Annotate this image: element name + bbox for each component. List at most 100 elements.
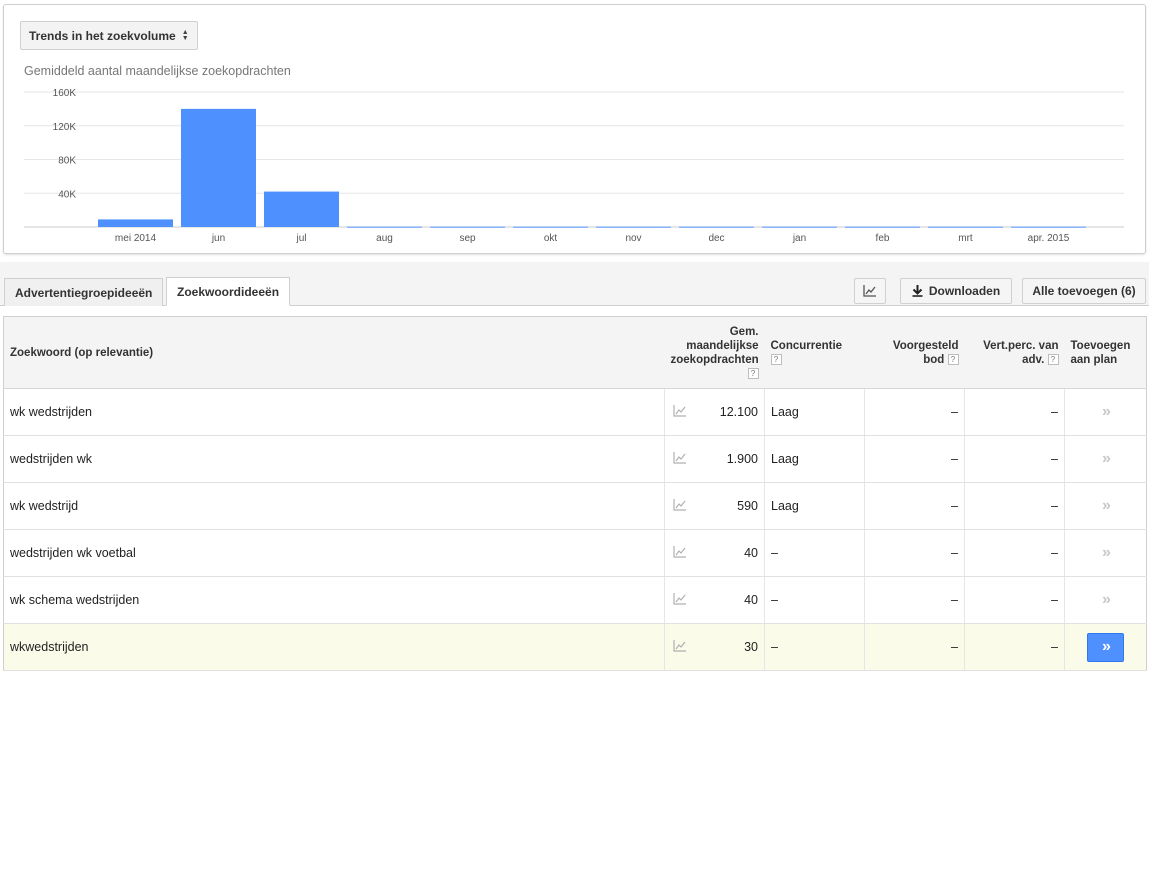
- trend-chart-icon[interactable]: [673, 499, 687, 511]
- volume-cell: 1.900: [664, 435, 765, 483]
- keyword-cell: wk wedstrijd: [3, 482, 665, 530]
- ad-share-cell: –: [964, 482, 1065, 530]
- keyword-cell: wedstrijden wk voetbal: [3, 529, 665, 577]
- x-tick-label: nov: [625, 233, 641, 244]
- ad-share-cell: –: [964, 529, 1065, 577]
- help-icon[interactable]: ?: [770, 353, 782, 365]
- help-icon[interactable]: ?: [747, 367, 759, 379]
- x-tick-label: mei 2014: [115, 233, 157, 244]
- add-to-plan-cell: »: [1064, 576, 1147, 624]
- competition-cell: Laag: [764, 435, 865, 483]
- competition-cell: –: [764, 623, 865, 671]
- volume-cell: 40: [664, 529, 765, 577]
- bar-2[interactable]: [264, 191, 339, 227]
- line-chart-icon: [863, 285, 876, 297]
- suggested-bid-cell: –: [864, 529, 965, 577]
- trend-chart-panel: Trends in het zoekvolume ▲ ▼ Gemiddeld aa…: [3, 4, 1146, 254]
- add-to-plan-button[interactable]: »: [1102, 497, 1111, 514]
- tab-label: Advertentiegroepideeën: [15, 285, 153, 300]
- x-tick-label: sep: [459, 233, 476, 244]
- bar-11[interactable]: [1011, 226, 1086, 228]
- trend-chart-icon[interactable]: [673, 640, 687, 652]
- table-row: wk wedstrijden 12.100 Laag – –»: [3, 388, 1147, 436]
- add-to-plan-cell: »: [1064, 388, 1147, 436]
- ad-share-cell: –: [964, 623, 1065, 671]
- bar-4[interactable]: [430, 226, 505, 228]
- help-icon[interactable]: ?: [947, 353, 959, 365]
- y-tick-label: 40K: [58, 189, 76, 200]
- table-row: wk wedstrijd 590 Laag – –»: [3, 482, 1147, 530]
- download-icon: [912, 285, 923, 297]
- bar-5[interactable]: [513, 226, 588, 228]
- keyword-ideas-table: Zoekwoord (op relevantie) Gem. maandelij…: [3, 316, 1147, 671]
- bar-chart: 40K 80K 120K 160K mei 2014 jun jul aug sep okt nov…: [24, 88, 1124, 244]
- volume-cell: 30: [664, 623, 765, 671]
- add-to-plan-cell: »: [1064, 482, 1147, 530]
- ad-share-cell: –: [964, 388, 1065, 436]
- y-tick-label: 120K: [53, 122, 77, 133]
- table-row: wk schema wedstrijden 40– – –»: [3, 576, 1147, 624]
- trend-chart-icon[interactable]: [673, 405, 687, 417]
- x-tick-label: mrt: [958, 233, 973, 244]
- suggested-bid-cell: –: [864, 482, 965, 530]
- x-tick-label: apr. 2015: [1028, 233, 1070, 244]
- help-icon[interactable]: ?: [1047, 353, 1059, 365]
- suggested-bid-cell: –: [864, 388, 965, 436]
- keyword-cell: wkwedstrijden: [3, 623, 665, 671]
- add-all-button[interactable]: Alle toevoegen (6): [1022, 278, 1146, 304]
- add-to-plan-button[interactable]: »: [1102, 591, 1111, 608]
- bar-0[interactable]: [98, 219, 173, 227]
- tab-ad-group-ideas[interactable]: Advertentiegroepideeën: [4, 278, 164, 306]
- volume-cell: 590: [664, 482, 765, 530]
- bar-3[interactable]: [347, 226, 422, 228]
- table-row: wedstrijden wk voetbal 40– – –»: [3, 529, 1147, 577]
- add-to-plan-cell: »: [1064, 529, 1147, 577]
- competition-cell: –: [764, 576, 865, 624]
- ad-share-cell: –: [964, 435, 1065, 483]
- keyword-cell: wk schema wedstrijden: [3, 576, 665, 624]
- competition-cell: Laag: [764, 482, 865, 530]
- col-header-keyword[interactable]: Zoekwoord (op relevantie): [3, 316, 665, 389]
- chart-view-button[interactable]: [854, 278, 886, 304]
- bar-1[interactable]: [181, 108, 256, 227]
- add-to-plan-button[interactable]: »: [1087, 632, 1124, 662]
- suggested-bid-cell: –: [864, 623, 965, 671]
- bar-6[interactable]: [596, 226, 671, 228]
- add-to-plan-cell: »: [1064, 623, 1147, 671]
- keyword-cell: wedstrijden wk: [3, 435, 665, 483]
- add-all-label: Alle toevoegen (6): [1032, 284, 1136, 298]
- y-tick-label: 160K: [53, 88, 77, 99]
- keyword-cell: wk wedstrijden: [3, 388, 665, 436]
- col-header-add-to-plan: Toevoegen aan plan: [1064, 316, 1147, 389]
- x-tick-label: jan: [792, 233, 806, 244]
- col-header-suggested-bid[interactable]: Voorgesteld bod ?: [864, 316, 965, 389]
- bar-10[interactable]: [928, 226, 1003, 228]
- competition-cell: –: [764, 529, 865, 577]
- col-header-avg-monthly-searches[interactable]: Gem. maandelijkse zoekopdrachten ?: [664, 316, 765, 389]
- add-to-plan-button[interactable]: »: [1102, 544, 1111, 561]
- tab-label: Zoekwoordideeën: [177, 284, 280, 299]
- add-to-plan-button[interactable]: »: [1102, 450, 1111, 467]
- tab-keyword-ideas[interactable]: Zoekwoordideeën: [166, 277, 291, 306]
- volume-cell: 12.100: [664, 388, 765, 436]
- add-to-plan-cell: »: [1064, 435, 1147, 483]
- bar-9[interactable]: [845, 226, 920, 228]
- bar-7[interactable]: [679, 226, 754, 228]
- x-tick-label: jul: [295, 233, 306, 244]
- bar-8[interactable]: [762, 226, 837, 228]
- x-tick-label: jun: [211, 233, 225, 244]
- trend-chart-icon[interactable]: [673, 452, 687, 464]
- x-tick-label: okt: [544, 233, 558, 244]
- trend-chart-icon[interactable]: [673, 593, 687, 605]
- x-tick-label: dec: [708, 233, 724, 244]
- y-tick-label: 80K: [58, 156, 76, 167]
- trend-chart-icon[interactable]: [673, 546, 687, 558]
- col-header-competition[interactable]: Concurrentie ?: [764, 316, 865, 389]
- table-row: wkwedstrijden 30– – –»: [3, 623, 1147, 671]
- volume-cell: 40: [664, 576, 765, 624]
- add-to-plan-button[interactable]: »: [1102, 403, 1111, 420]
- download-button[interactable]: Downloaden: [900, 278, 1012, 304]
- competition-cell: Laag: [764, 388, 865, 436]
- col-header-ad-impression-share[interactable]: Vert.perc. van adv. ?: [964, 316, 1065, 389]
- table-header-row: Zoekwoord (op relevantie) Gem. maandelij…: [3, 316, 1147, 389]
